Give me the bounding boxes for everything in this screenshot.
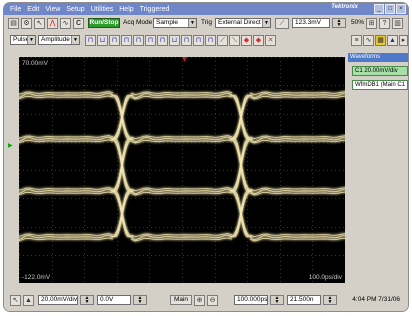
measure-eye-icon[interactable]: ◆	[241, 35, 252, 46]
measure-low-icon[interactable]: ⊔	[97, 35, 108, 46]
vertical-offset-spinner[interactable]: ▲ ▼	[133, 295, 147, 305]
measure-overshoot-icon[interactable]: ⊓	[157, 35, 168, 46]
settings-icon[interactable]: ⚙	[21, 18, 32, 29]
triangle-icon[interactable]: ▲	[387, 35, 398, 46]
waveform-display[interactable]: 70.00mV -122.0mV 100.0ps/div	[19, 57, 345, 283]
waveform-item-wfmdb1[interactable]: WfmDB1 (Main C1	[352, 80, 408, 90]
waveform-traces-core	[19, 91, 345, 242]
trig-label: Trig	[201, 19, 212, 26]
print-icon[interactable]: ▤	[8, 18, 19, 29]
measure-rise-icon[interactable]: ⟋	[217, 35, 228, 46]
chevron-down-icon[interactable]: ▼	[188, 19, 196, 27]
eye-trace	[112, 138, 132, 192]
scope-application-window: File Edit View Setup Utilities Help Trig…	[4, 3, 408, 311]
layout-icon[interactable]: ▥	[392, 18, 403, 29]
trigger-status: Triggered	[139, 5, 170, 13]
menu-setup[interactable]: Setup	[66, 6, 84, 13]
measure-width-icon[interactable]: ⊓	[181, 35, 192, 46]
vertical-scale-field[interactable]: 20.00mV/div	[38, 295, 78, 305]
measure-period-icon[interactable]: ⊓	[193, 35, 204, 46]
maximize-icon[interactable]: □	[385, 4, 395, 14]
cursor-icon[interactable]: ↖	[34, 18, 45, 29]
eye-trace	[112, 94, 132, 140]
trig-level-field[interactable]: 123.3mV	[292, 18, 330, 28]
graticule	[19, 57, 345, 283]
waveform-view-icon[interactable]: ∿	[363, 35, 374, 46]
waveforms-panel: Waveforms C1 20.00mV/div WfmDB1 (Main C1	[348, 53, 408, 285]
waveforms-header: Waveforms	[348, 53, 408, 62]
measure-clear-icon[interactable]: ✕	[265, 35, 276, 46]
bottom-control-bar: ↖ ▲ 20.00mV/div ▲ ▼ 0.0V ▲ ▼ Main ⊕ ⊖ 100.…	[4, 289, 408, 311]
pulse-select[interactable]: Pulse ▼	[10, 35, 36, 45]
measure-icon[interactable]: ⋀	[47, 18, 58, 29]
trigger-slope-icon[interactable]: ⟋	[275, 18, 289, 29]
main-toolbar: ▤ ⚙ ↖ ⋀ ∿ C Run/Stop Acq Mode Sample ▼ T…	[4, 16, 408, 30]
chevron-down-icon[interactable]: ▼	[71, 36, 79, 44]
horizontal-position-field[interactable]: 21.500n	[287, 295, 321, 305]
measure-jitter-icon[interactable]: ◆	[253, 35, 264, 46]
horizontal-position-spinner[interactable]: ▲ ▼	[323, 295, 337, 305]
chevron-down-icon[interactable]: ▼	[262, 19, 270, 27]
close-icon[interactable]: ×	[396, 4, 406, 14]
chevron-down-icon[interactable]: ▼	[27, 36, 35, 44]
minimize-icon[interactable]: _	[374, 4, 384, 14]
menu-file[interactable]: File	[10, 6, 21, 13]
trig-level-spinner[interactable]: ▲ ▼	[332, 18, 346, 28]
measurement-toolbar: Pulse ▼ Amplitude ▼ ⊓ ⊔ ⊓ ⊓ ⊓ ⊓ ⊓ ⊔ ⊓ ⊓ …	[4, 31, 408, 51]
channel-icon[interactable]: C	[73, 18, 84, 29]
menu-utilities[interactable]: Utilities	[91, 6, 114, 13]
brand-logo: Tektronix	[331, 4, 358, 10]
cursor-arrow-icon[interactable]: ↖	[10, 295, 21, 306]
horizontal-scale-spinner[interactable]: ▲ ▼	[270, 295, 284, 305]
timebase-label: 100.0ps/div	[309, 274, 343, 281]
menu-help[interactable]: Help	[119, 6, 133, 13]
vertical-scale-spinner[interactable]: ▲ ▼	[80, 295, 94, 305]
zoom-icon[interactable]: ⊞	[366, 18, 377, 29]
menu-bar: File Edit View Setup Utilities Help Trig…	[4, 3, 408, 15]
acq-mode-select[interactable]: Sample ▼	[153, 18, 197, 28]
channel-ground-marker[interactable]: ▶	[8, 143, 18, 150]
highlight-icon[interactable]: ▦	[375, 35, 386, 46]
measure-mean-icon[interactable]: ⊓	[121, 35, 132, 46]
acq-mode-value: Sample	[156, 19, 179, 26]
waveform-traces	[19, 90, 345, 243]
top-scale-label: 70.00mV	[22, 60, 49, 67]
menu-lines-icon[interactable]: ≡	[351, 35, 362, 46]
waveform-item-c1[interactable]: C1 20.00mV/div	[352, 66, 408, 76]
zoom-in-icon[interactable]: ⊕	[194, 295, 205, 306]
expand-icon[interactable]: ▸	[399, 35, 408, 46]
trig-source-value: External Direct	[218, 19, 261, 26]
measure-amplitude-icon[interactable]: ⊓	[109, 35, 120, 46]
menu-edit[interactable]: Edit	[27, 6, 39, 13]
amplitude-select[interactable]: Amplitude ▼	[38, 35, 80, 45]
clock: 4:04 PM 7/31/06	[352, 296, 400, 303]
bottom-scale-label: -122.0mV	[22, 274, 51, 281]
run-stop-button[interactable]: Run/Stop	[88, 18, 120, 28]
eye-trace	[112, 190, 132, 238]
amplitude-value: Amplitude	[41, 36, 70, 43]
menu-view[interactable]: View	[45, 6, 60, 13]
measure-freq-icon[interactable]: ⊓	[205, 35, 216, 46]
math-icon[interactable]: ∿	[60, 18, 71, 29]
measure-rms-icon[interactable]: ⊓	[145, 35, 156, 46]
zoom-out-icon[interactable]: ⊖	[207, 295, 218, 306]
main-timebase-button[interactable]: Main	[170, 295, 192, 305]
measure-high-icon[interactable]: ⊓	[85, 35, 96, 46]
eye-diagram-graphic: 70.00mV -122.0mV 100.0ps/div	[19, 57, 345, 283]
measure-fall-icon[interactable]: ⟍	[229, 35, 240, 46]
measure-pkpk-icon[interactable]: ⊓	[133, 35, 144, 46]
acq-mode-label: Acq Mode	[123, 19, 153, 26]
up-arrow-icon[interactable]: ▲	[23, 295, 34, 306]
zoom-level: 50%	[351, 19, 365, 26]
trig-source-select[interactable]: External Direct ▼	[215, 18, 271, 28]
horizontal-scale-field[interactable]: 100.000ps	[234, 295, 268, 305]
vertical-offset-field[interactable]: 0.0V	[97, 295, 131, 305]
measure-undershoot-icon[interactable]: ⊔	[169, 35, 180, 46]
help-icon[interactable]: ?	[379, 18, 390, 29]
left-marker-strip: ▶	[4, 55, 18, 285]
